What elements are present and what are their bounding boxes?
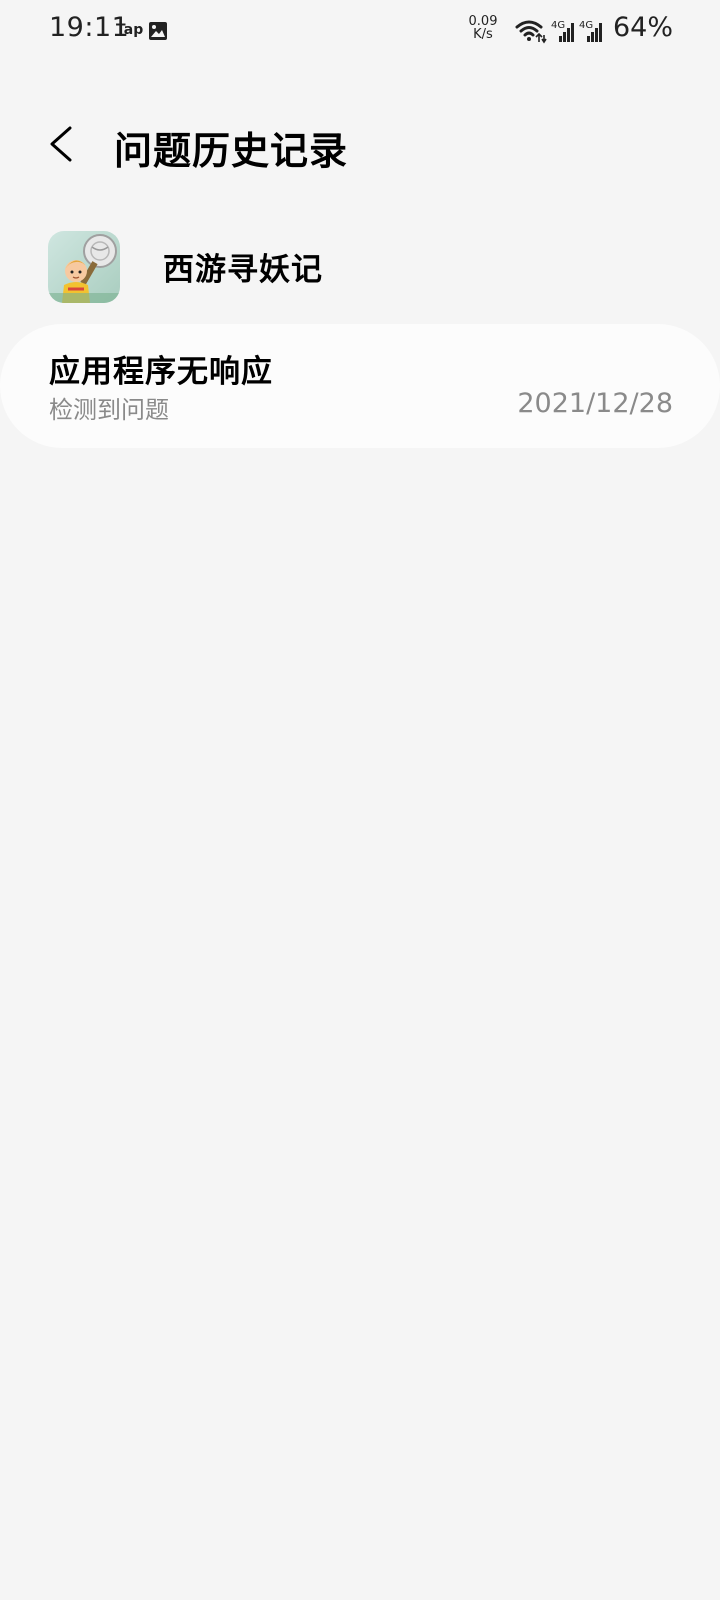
tap-notification-icon: Tap [116, 22, 144, 38]
cellular-signal-icon-2: 4G [579, 18, 605, 44]
problem-date: 2021/12/28 [517, 388, 673, 419]
signal-label-1: 4G [551, 20, 565, 31]
wifi-icon [515, 18, 547, 44]
battery-level: 64% [613, 12, 674, 43]
image-icon [148, 21, 168, 41]
problem-title: 应用程序无响应 [49, 354, 273, 390]
signal-label-2: 4G [579, 20, 593, 31]
problem-subtitle: 检测到问题 [49, 396, 169, 424]
app-icon [48, 231, 120, 303]
app-row: 西游寻妖记 [0, 228, 720, 304]
problem-list-item[interactable]: 应用程序无响应 检测到问题 2021/12/28 [0, 324, 720, 448]
cellular-signal-icon: 4G [551, 18, 577, 44]
chevron-left-icon [40, 126, 88, 174]
header: 问题历史记录 [0, 110, 720, 180]
page-title: 问题历史记录 [114, 129, 349, 173]
network-speed-unit: K/s [473, 27, 493, 42]
status-bar: 19:11 Tap 0.09 K/s 4G 4G 64% [0, 0, 720, 64]
back-button[interactable] [40, 118, 88, 170]
network-speed: 0.09 K/s [466, 15, 500, 41]
app-name: 西游寻妖记 [163, 252, 323, 288]
